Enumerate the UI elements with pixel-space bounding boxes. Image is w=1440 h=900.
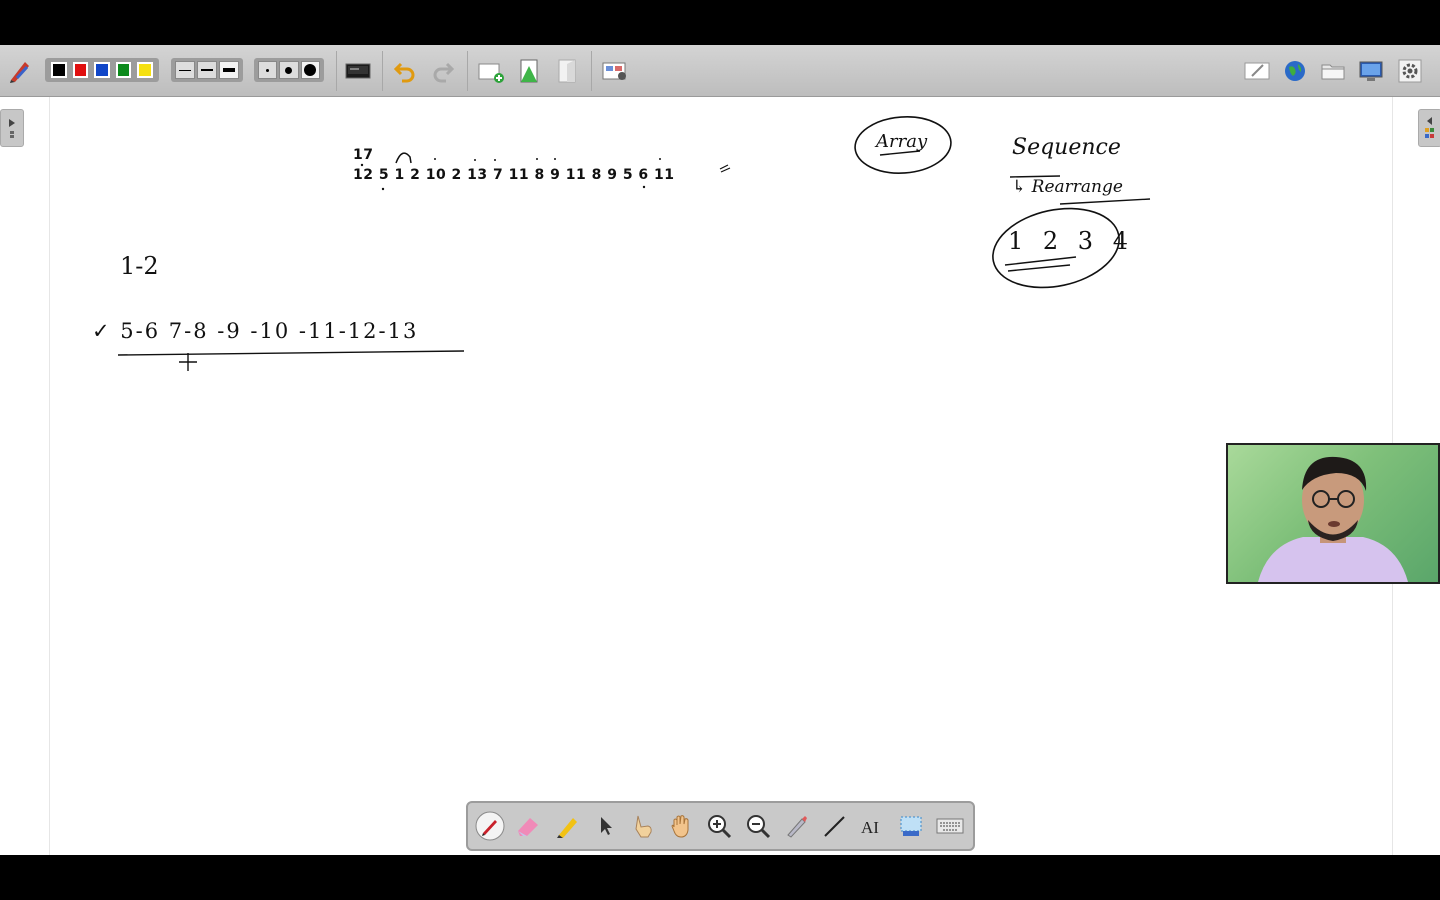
note-rearrange: ↳ Rearrange (1012, 177, 1123, 197)
magic-pen-icon[interactable] (781, 811, 811, 841)
expand-right-icon (9, 119, 15, 138)
globe-icon[interactable] (1281, 57, 1309, 85)
line-width-thin[interactable] (175, 61, 195, 79)
ink-strokes (117, 116, 1151, 371)
zoom-out-icon[interactable] (743, 811, 773, 841)
dot-size-large[interactable] (300, 61, 320, 79)
display-settings-icon[interactable] (1357, 57, 1385, 85)
undo-icon[interactable] (391, 57, 419, 85)
folder-icon[interactable] (1319, 57, 1347, 85)
finger-pointer-icon[interactable] (628, 811, 658, 841)
dot-size-small[interactable] (258, 61, 278, 79)
note-sequence: Sequence (1012, 135, 1121, 160)
keyboard-icon[interactable] (935, 811, 965, 841)
floating-toolbar: AI (466, 801, 975, 851)
board-background-icon[interactable] (344, 59, 372, 83)
settings-gear-icon[interactable] (1396, 57, 1424, 85)
main-toolbar (0, 45, 1440, 135)
previous-page-icon[interactable] (553, 57, 581, 85)
redo-icon[interactable] (429, 57, 457, 85)
gallery-icon (1425, 117, 1434, 138)
hand-pan-icon[interactable] (666, 811, 696, 841)
color-swatch-yellow[interactable] (137, 62, 153, 78)
presenter-avatar (1258, 456, 1408, 582)
eraser-icon[interactable] (513, 811, 543, 841)
right-sidebar-toggle[interactable] (1418, 109, 1440, 147)
note-array: Array (876, 131, 928, 152)
top-letterbox (0, 0, 1440, 45)
webcam-video[interactable] (1226, 443, 1440, 584)
line-width-thick[interactable] (219, 61, 239, 79)
color-palette (45, 58, 159, 82)
bottom-letterbox (0, 855, 1440, 900)
pointer-icon[interactable] (590, 811, 620, 841)
next-page-icon[interactable] (515, 57, 543, 85)
note-chain: ✓ 5-6 7-8 -9 -10 -11-12-13 (92, 319, 419, 343)
note-digits: 1 2 3 4 (1008, 227, 1134, 255)
pen-tools-icon[interactable] (6, 57, 34, 85)
text-icon[interactable]: AI (857, 811, 887, 841)
screen-capture-icon[interactable] (896, 811, 926, 841)
color-swatch-red[interactable] (72, 62, 89, 78)
left-sidebar-toggle[interactable] (0, 109, 24, 147)
zoom-in-icon[interactable] (704, 811, 734, 841)
color-swatch-black[interactable] (51, 62, 67, 78)
show-desktop-pen-icon[interactable] (1243, 57, 1271, 85)
line-width-medium[interactable] (197, 61, 217, 79)
page-sorter-icon[interactable] (600, 57, 630, 85)
note-range: 1-2 (120, 252, 159, 280)
color-swatch-green[interactable] (115, 62, 132, 78)
dot-size-medium[interactable] (279, 61, 299, 79)
svg-text:AI: AI (861, 818, 879, 837)
line-width-picker (171, 58, 243, 82)
color-swatch-blue[interactable] (94, 62, 110, 78)
pen-icon[interactable] (475, 811, 505, 841)
left-gutter (0, 97, 49, 855)
line-icon[interactable] (819, 811, 849, 841)
dot-size-picker (254, 58, 324, 82)
new-page-icon[interactable] (476, 57, 506, 85)
highlighter-icon[interactable] (552, 811, 582, 841)
whiteboard-canvas[interactable]: 17 12 5 1 2 10 2 13 7 11 8 9 11 8 9 5 6 … (49, 97, 1393, 855)
